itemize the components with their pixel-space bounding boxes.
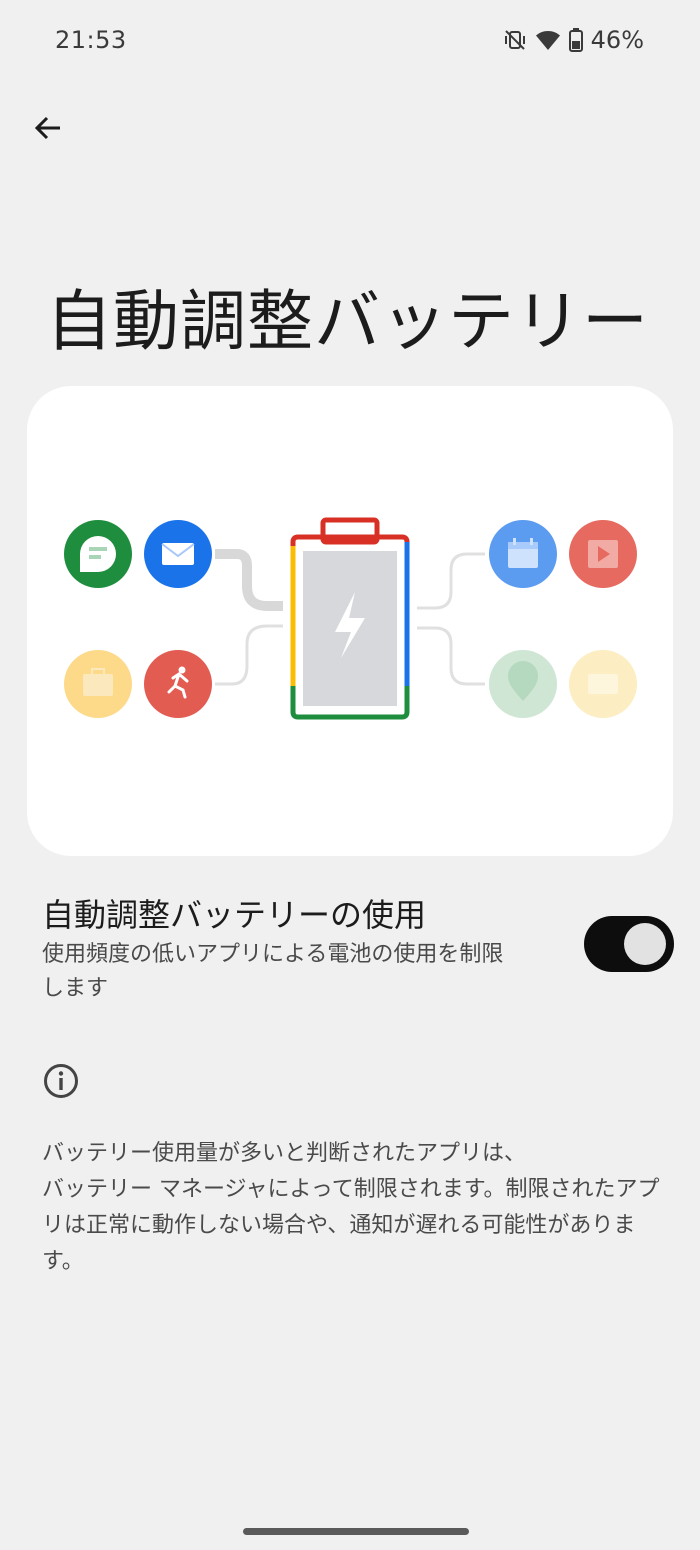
connector-right-bottom: [417, 626, 485, 686]
info-description: バッテリー使用量が多いと判断されたアプリは、 バッテリー マネージャによって制限…: [42, 1141, 660, 1274]
battery-charging-icon: [290, 517, 410, 720]
info-icon: [42, 1062, 80, 1100]
battery-icon: [568, 28, 583, 52]
connector-left-top: [215, 549, 283, 611]
adaptive-battery-setting[interactable]: 自動調整バッテリーの使用 使用頻度の低いアプリによる電池の使用を制限します: [0, 880, 700, 1020]
video-icon: [569, 520, 637, 588]
mail-icon: [144, 520, 212, 588]
wifi-icon: [535, 29, 561, 51]
status-time: 21:53: [55, 26, 127, 54]
setting-title: 自動調整バッテリーの使用: [42, 896, 427, 934]
vibrate-off-icon: [503, 28, 527, 52]
status-bar: 21:53 46%: [0, 0, 700, 84]
arrow-back-icon: [32, 112, 64, 148]
calendar-icon: [489, 520, 557, 588]
back-button[interactable]: [26, 108, 70, 152]
illustration-card: [27, 386, 673, 856]
connector-left-bottom: [215, 624, 283, 686]
gesture-nav-handle[interactable]: [243, 1528, 469, 1535]
connector-right-top: [417, 552, 485, 610]
battery-percent: 46%: [590, 26, 644, 54]
adaptive-battery-illustration: [64, 517, 637, 720]
switch-thumb: [624, 923, 666, 965]
message-icon: [64, 520, 132, 588]
map-pin-icon: [489, 650, 557, 718]
card-icon: [569, 650, 637, 718]
setting-summary: 使用頻度の低いアプリによる電池の使用を制限します: [42, 942, 504, 1001]
running-icon: [144, 650, 212, 718]
briefcase-icon: [64, 650, 132, 718]
status-icons: 46%: [503, 26, 644, 54]
page-title: 自動調整バッテリー: [46, 283, 649, 360]
adaptive-battery-switch[interactable]: [584, 916, 674, 972]
